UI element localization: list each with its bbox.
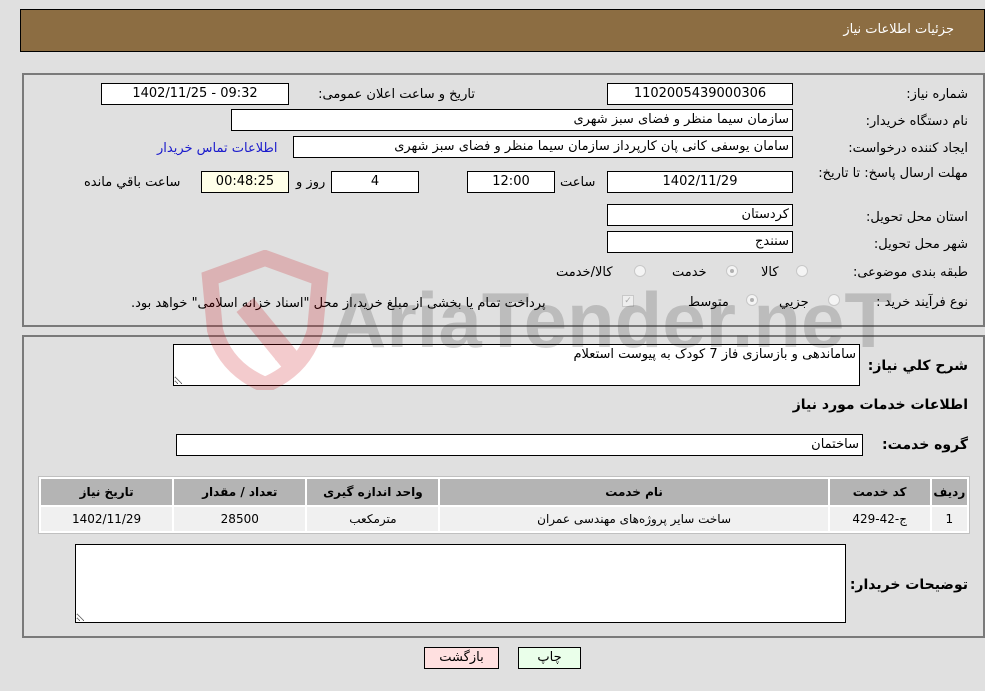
col-need-date: تاریخ نیاز xyxy=(41,479,173,505)
category-radio-goods-service[interactable] xyxy=(634,265,646,277)
process-option-minor: جزیي xyxy=(779,295,809,310)
category-option-goods-service: کالا/خدمت xyxy=(556,265,613,280)
deadline-time-field: 12:00 xyxy=(467,171,555,193)
deadline-date-field: 1402/11/29 xyxy=(607,171,793,193)
cell-service-code: ج-42-429 xyxy=(829,507,930,531)
page-title: جزئیات اطلاعات نیاز xyxy=(843,22,954,37)
category-radio-goods[interactable] xyxy=(796,265,808,277)
cell-unit: مترمکعب xyxy=(307,507,439,531)
services-table: ردیف کد خدمت نام خدمت واحد اندازه گیری ت… xyxy=(38,476,970,534)
category-radio-service[interactable] xyxy=(726,265,738,277)
col-service-name: نام خدمت xyxy=(440,479,828,505)
buyer-notes-textarea[interactable] xyxy=(75,544,846,623)
need-number-label: شماره نیاز: xyxy=(906,87,968,102)
services-table-wrapper: ردیف کد خدمت نام خدمت واحد اندازه گیری ت… xyxy=(38,476,970,534)
cell-need-date: 1402/11/29 xyxy=(41,507,173,531)
category-label: طبقه بندی موضوعی: xyxy=(852,265,968,280)
table-header-row: ردیف کد خدمت نام خدمت واحد اندازه گیری ت… xyxy=(41,479,967,505)
province-label: استان محل تحویل: xyxy=(866,210,968,225)
page-header: جزئیات اطلاعات نیاز xyxy=(20,9,985,52)
col-quantity: تعداد / مقدار xyxy=(174,479,306,505)
days-label: روز و xyxy=(296,175,326,190)
creator-field: سامان یوسفی کانی پان کارپرداز سازمان سیم… xyxy=(293,136,793,158)
category-option-service: خدمت xyxy=(672,265,707,280)
buyer-org-field: سازمان سیما منظر و فضای سبز شهری xyxy=(231,109,793,131)
cell-service-name: ساخت سایر پروژه‌های مهندسی عمران xyxy=(440,507,828,531)
category-option-goods: کالا xyxy=(761,265,779,280)
service-group-label: گروه خدمت: xyxy=(882,437,968,453)
treasury-checkbox[interactable]: ✓ xyxy=(622,295,634,307)
process-option-medium: متوسط xyxy=(688,295,729,310)
description-textarea[interactable]: ساماندهی و بازسازی فاز 7 کودک به پیوست ا… xyxy=(173,344,860,386)
buyer-org-label: نام دستگاه خریدار: xyxy=(865,114,968,129)
process-radio-minor[interactable] xyxy=(828,294,840,306)
remaining-time-label: ساعت باقي مانده xyxy=(84,175,181,190)
process-radio-medium[interactable] xyxy=(746,294,758,306)
buyer-notes-label: توضیحات خریدار: xyxy=(849,577,968,593)
remaining-time-field: 00:48:25 xyxy=(201,171,289,193)
col-unit: واحد اندازه گیری xyxy=(307,479,439,505)
cell-row-number: 1 xyxy=(931,507,967,531)
services-heading: اطلاعات خدمات مورد نیاز xyxy=(792,397,968,413)
treasury-note: پرداخت تمام یا بخشی از مبلغ خرید،از محل … xyxy=(131,296,546,311)
city-label: شهر محل تحویل: xyxy=(873,237,968,252)
announce-date-field: 1402/11/25 - 09:32 xyxy=(101,83,289,105)
city-field: سنندج xyxy=(607,231,793,253)
process-type-label: نوع فرآیند خرید : xyxy=(876,295,968,310)
buyer-contact-link[interactable]: اطلاعات تماس خریدار xyxy=(157,141,277,156)
days-remaining-field: 4 xyxy=(331,171,419,193)
back-button[interactable]: بازگشت xyxy=(424,647,499,669)
deadline-time-label: ساعت xyxy=(560,175,596,190)
province-field: کردستان xyxy=(607,204,793,226)
announce-date-label: تاریخ و ساعت اعلان عمومی: xyxy=(318,87,475,102)
service-group-field: ساختمان xyxy=(176,434,863,456)
cell-quantity: 28500 xyxy=(174,507,306,531)
table-row: 1 ج-42-429 ساخت سایر پروژه‌های مهندسی عم… xyxy=(41,507,967,531)
description-label: شرح کلي نیاز: xyxy=(867,358,968,374)
print-button[interactable]: چاپ xyxy=(518,647,581,669)
col-row-number: ردیف xyxy=(931,479,967,505)
deadline-label: مهلت ارسال پاسخ: تا تاریخ: xyxy=(818,166,968,181)
creator-label: ایجاد کننده درخواست: xyxy=(848,141,968,156)
col-service-code: کد خدمت xyxy=(829,479,930,505)
need-number-field: 1102005439000306 xyxy=(607,83,793,105)
